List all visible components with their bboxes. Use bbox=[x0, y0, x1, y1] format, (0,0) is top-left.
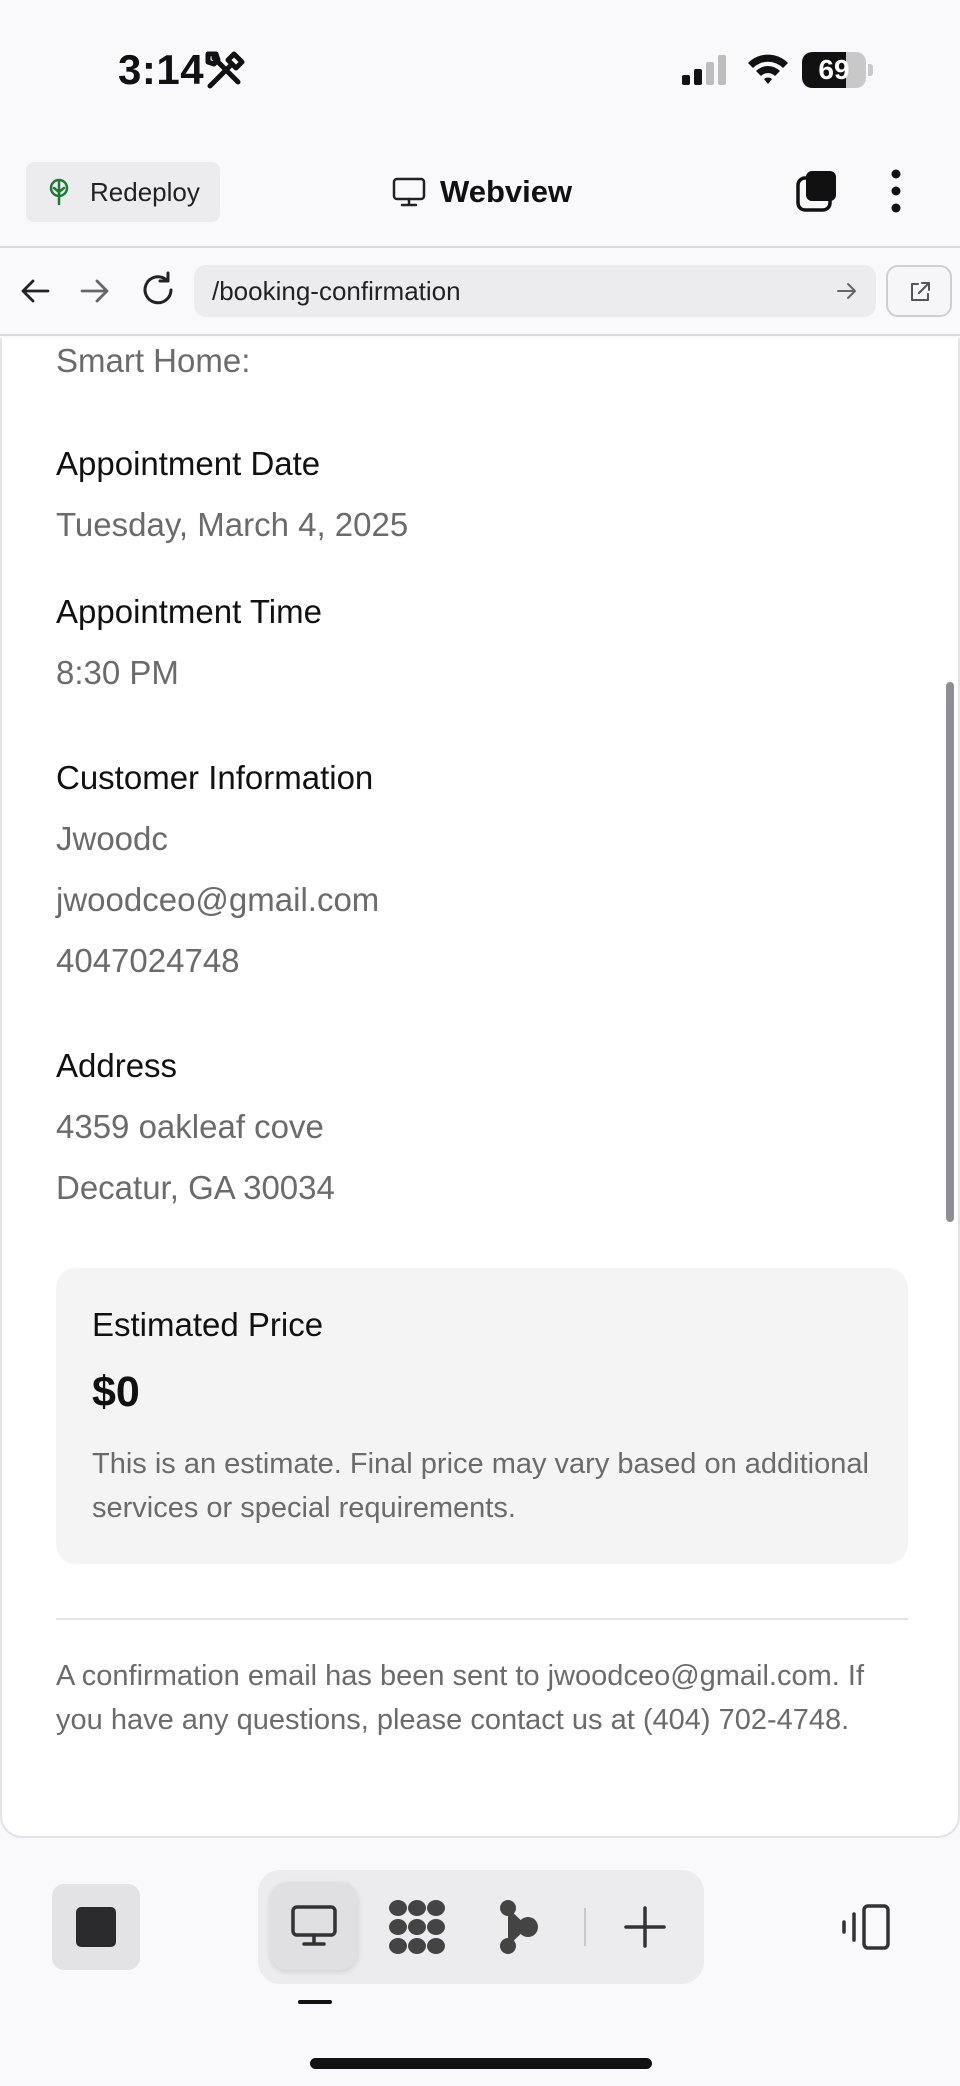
confirmation-note: A confirmation email has been sent to jw… bbox=[56, 1660, 865, 1736]
customer-name: Jwoodc bbox=[56, 820, 168, 857]
appointment-date-title: Appointment Date bbox=[56, 445, 321, 482]
tools-icon bbox=[205, 51, 245, 89]
divider bbox=[56, 1618, 908, 1620]
back-arrow-icon[interactable] bbox=[18, 274, 52, 308]
redeploy-icon bbox=[49, 178, 69, 206]
stop-button[interactable] bbox=[52, 1884, 140, 1970]
panel-toggle-icon[interactable] bbox=[838, 1902, 892, 1952]
webview-title: Webview bbox=[392, 170, 572, 214]
estimated-price-card: Estimated Price $0 This is an estimate. … bbox=[56, 1268, 908, 1564]
go-arrow-icon[interactable] bbox=[836, 280, 858, 302]
more-vertical-icon[interactable] bbox=[876, 168, 916, 214]
redeploy-label: Redeploy bbox=[90, 176, 200, 207]
customer-phone: 4047024748 bbox=[56, 942, 240, 979]
reload-icon[interactable] bbox=[138, 270, 178, 310]
open-external-button[interactable] bbox=[886, 265, 952, 317]
bottom-dock bbox=[0, 1840, 960, 2086]
address-line2: Decatur, GA 30034 bbox=[56, 1169, 335, 1206]
top-toolbar: Redeploy Webview bbox=[0, 150, 960, 246]
smart-home-label: Smart Home: bbox=[56, 342, 251, 379]
status-time: 3:14 bbox=[118, 46, 205, 93]
address-title: Address bbox=[56, 1047, 178, 1084]
redeploy-button[interactable]: Redeploy bbox=[26, 162, 220, 222]
appointment-time-title: Appointment Time bbox=[56, 593, 322, 630]
status-bar: 3:14 69 bbox=[0, 0, 960, 150]
appointment-time-value: 8:30 PM bbox=[56, 654, 179, 691]
battery-level: 69 bbox=[818, 54, 850, 85]
wifi-icon bbox=[748, 54, 788, 84]
active-tab-indicator bbox=[298, 2000, 332, 2004]
monitor-icon bbox=[392, 177, 426, 207]
forward-arrow-icon[interactable] bbox=[78, 274, 112, 308]
customer-email: jwoodceo@gmail.com bbox=[56, 881, 380, 918]
address-line1: 4359 oakleaf cove bbox=[56, 1108, 324, 1145]
tool-separator bbox=[584, 1908, 586, 1946]
plus-icon[interactable] bbox=[624, 1906, 666, 1948]
flow-icon[interactable] bbox=[498, 1898, 540, 1956]
webview-tool-button[interactable] bbox=[270, 1882, 358, 1970]
open-external-icon bbox=[911, 282, 930, 301]
url-bar: /booking-confirmation bbox=[0, 246, 960, 336]
tool-switcher bbox=[258, 1870, 704, 1984]
grid-blob-icon[interactable] bbox=[388, 1898, 446, 1956]
home-indicator bbox=[310, 2058, 652, 2069]
tabs-icon[interactable] bbox=[794, 168, 840, 214]
monitor-icon bbox=[291, 1905, 337, 1946]
webview-content: Smart Home: Appointment Date Tuesday, Ma… bbox=[0, 338, 960, 1838]
battery-icon: 69 bbox=[802, 52, 873, 88]
estimated-price-value: $0 bbox=[92, 1368, 140, 1416]
url-input[interactable]: /booking-confirmation bbox=[194, 265, 876, 317]
customer-info-title: Customer Information bbox=[56, 759, 374, 796]
stop-icon bbox=[76, 1907, 116, 1947]
appointment-date-value: Tuesday, March 4, 2025 bbox=[56, 506, 409, 543]
scrollbar[interactable] bbox=[946, 682, 954, 1222]
webview-title-text: Webview bbox=[440, 174, 573, 209]
url-text: /booking-confirmation bbox=[212, 276, 461, 306]
estimated-price-note: This is an estimate. Final price may var… bbox=[92, 1448, 869, 1524]
estimated-price-label: Estimated Price bbox=[92, 1306, 324, 1343]
cellular-signal-icon bbox=[682, 55, 726, 85]
